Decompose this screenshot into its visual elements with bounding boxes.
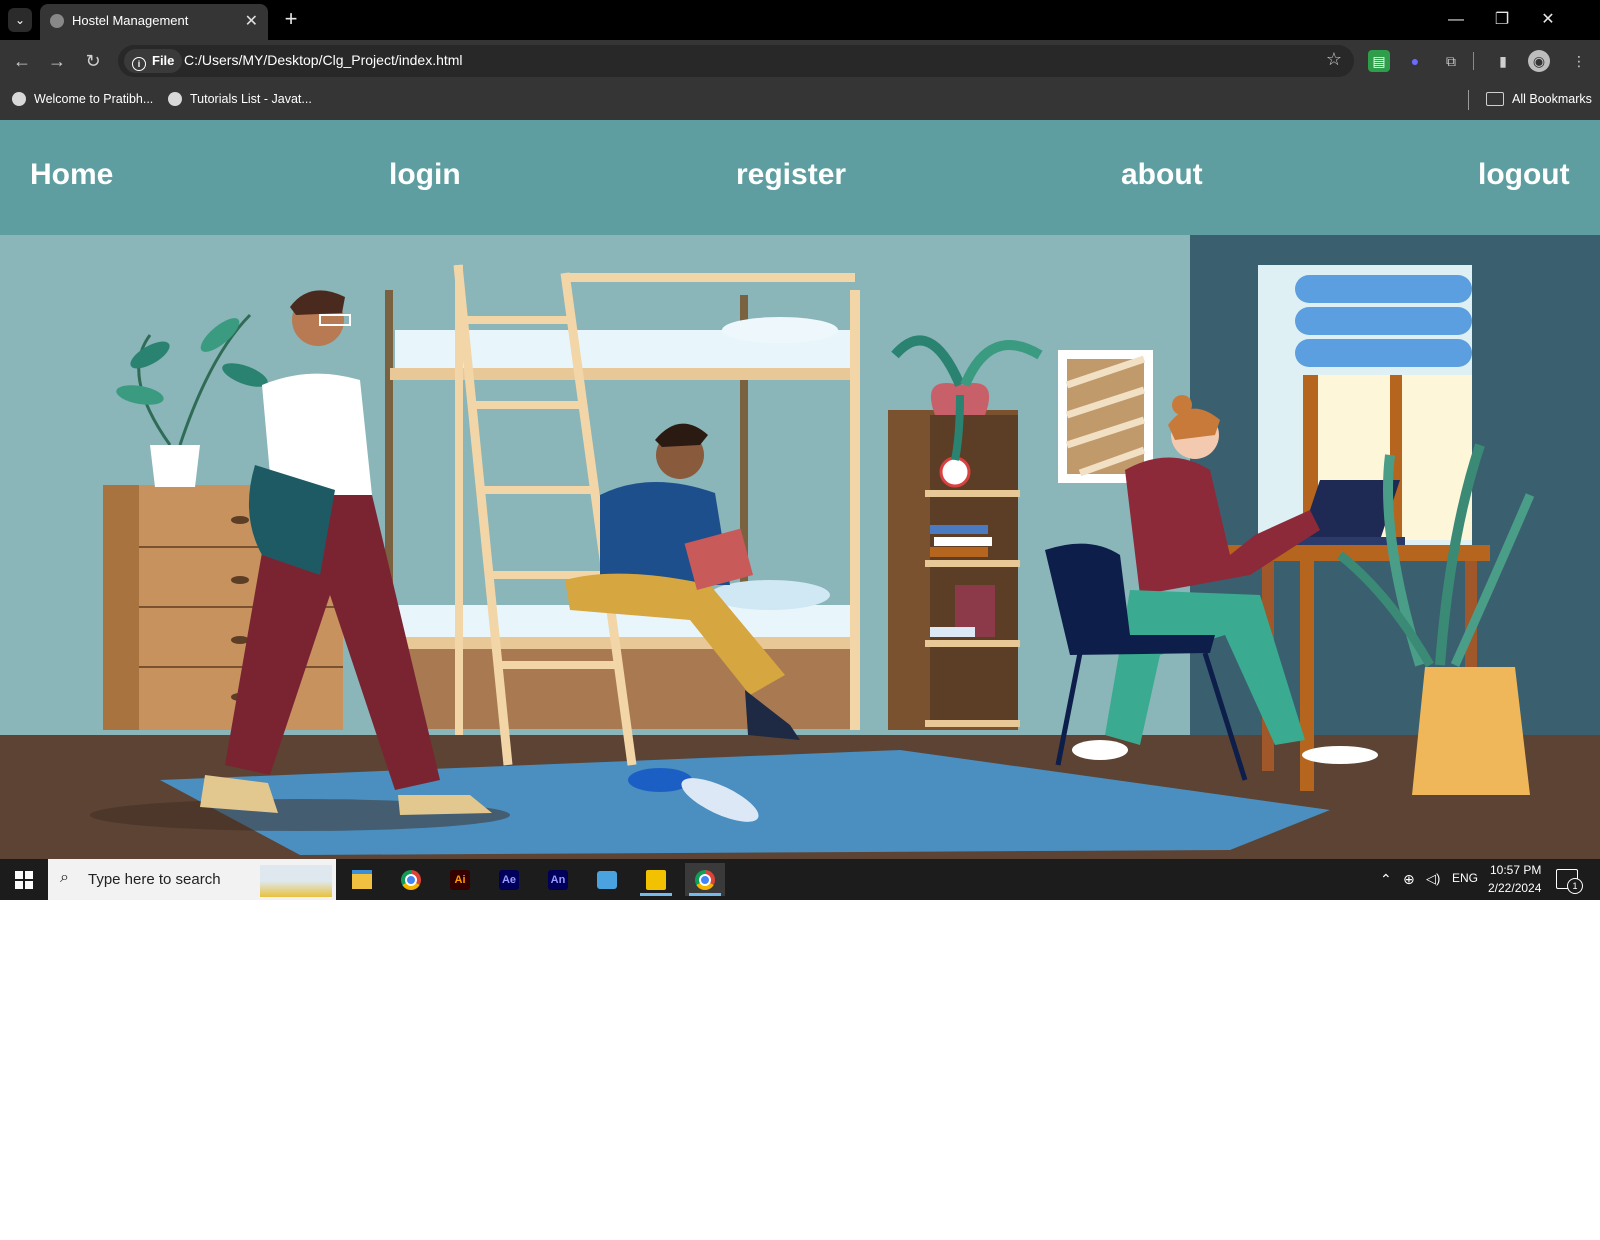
notification-center-icon[interactable]: 1 xyxy=(1556,869,1583,894)
file-explorer-button[interactable] xyxy=(342,863,382,896)
minimize-button[interactable]: — xyxy=(1436,6,1476,34)
back-button[interactable]: ← xyxy=(9,48,35,74)
restore-button[interactable]: ❐ xyxy=(1482,6,1522,34)
tab-title: Hostel Management xyxy=(72,13,189,28)
extensions-puzzle-icon[interactable]: ⧉ xyxy=(1440,50,1462,72)
windows-logo-icon xyxy=(15,870,33,889)
profile-avatar[interactable]: ◉ xyxy=(1528,50,1550,72)
menu-kebab-icon[interactable]: ⋮ xyxy=(1568,50,1590,72)
yellow-app-button[interactable] xyxy=(636,863,676,896)
after-effects-icon: Ae xyxy=(499,869,519,890)
language-indicator[interactable]: ENG xyxy=(1452,871,1478,885)
site-info-chip[interactable]: i File xyxy=(124,49,183,73)
globe-icon xyxy=(168,92,182,106)
animate-icon: An xyxy=(548,869,568,890)
taskbar-search-box[interactable]: ⌕ Type here to search xyxy=(48,859,336,900)
nav-register-link[interactable]: register xyxy=(736,158,846,192)
illustrator-button[interactable]: Ai xyxy=(440,863,480,896)
globe-icon xyxy=(50,14,64,28)
new-tab-button[interactable]: + xyxy=(278,6,304,32)
all-bookmarks-button[interactable]: All Bookmarks xyxy=(1486,92,1592,106)
start-button[interactable] xyxy=(0,859,48,900)
animate-button[interactable]: An xyxy=(538,863,578,896)
browser-toolbar: ← → ↻ i File C:/Users/MY/Desktop/Clg_Proj… xyxy=(0,40,1600,82)
chrome-button[interactable] xyxy=(391,863,431,896)
forward-button[interactable]: → xyxy=(44,48,70,74)
info-icon: i xyxy=(132,57,146,71)
wall-picture xyxy=(1058,350,1153,483)
volume-icon[interactable]: ◁) xyxy=(1426,871,1440,887)
screen-recorder-icon xyxy=(597,870,617,889)
windows-taskbar: ⌕ Type here to search Ai Ae An ⌃ ⊕ ◁) EN… xyxy=(0,859,1600,900)
tab-search-button[interactable]: ⌄ xyxy=(8,8,32,32)
search-highlight-image xyxy=(260,865,332,897)
search-placeholder: Type here to search xyxy=(88,871,221,888)
site-navbar: Home login register about logout xyxy=(0,120,1600,235)
browser-title-bar: ⌄ Hostel Management ✕ + — ❐ ✕ xyxy=(0,0,1600,40)
show-hidden-icons-chevron-icon[interactable]: ⌃ xyxy=(1380,871,1392,888)
chrome-icon xyxy=(401,869,421,890)
arrow-left-icon: ← xyxy=(13,51,31,71)
nav-login-link[interactable]: login xyxy=(389,158,461,192)
nav-about-link[interactable]: about xyxy=(1121,158,1203,192)
illustrator-icon: Ai xyxy=(450,869,470,890)
address-bar[interactable]: i File C:/Users/MY/Desktop/Clg_Project/in… xyxy=(118,45,1354,77)
bookmark-star-icon[interactable]: ☆ xyxy=(1326,49,1342,70)
extension-green-icon[interactable]: ▤ xyxy=(1368,50,1390,72)
scheme-label: File xyxy=(152,53,175,68)
close-window-button[interactable]: ✕ xyxy=(1528,6,1568,34)
reload-button[interactable]: ↻ xyxy=(80,48,106,74)
all-bookmarks-label: All Bookmarks xyxy=(1512,92,1592,106)
tab-close-button[interactable]: ✕ xyxy=(245,11,258,31)
screen-recorder-button[interactable] xyxy=(587,863,627,896)
bookmark-item[interactable]: Welcome to Pratibh... xyxy=(12,92,153,106)
nav-logout-link[interactable]: logout xyxy=(1478,158,1570,192)
after-effects-button[interactable]: Ae xyxy=(489,863,529,896)
bookmark-label: Welcome to Pratibh... xyxy=(34,92,154,106)
bookmark-label: Tutorials List - Javat... xyxy=(190,92,312,106)
folder-icon xyxy=(1486,92,1504,106)
network-globe-icon[interactable]: ⊕ xyxy=(1403,871,1415,888)
reload-icon: ↻ xyxy=(85,51,101,71)
chrome-active-button[interactable] xyxy=(685,863,725,896)
arrow-right-icon: → xyxy=(48,51,66,71)
chrome-active-icon xyxy=(695,869,715,890)
bookmark-item[interactable]: Tutorials List - Javat... xyxy=(168,92,312,106)
hostel-room-illustration xyxy=(0,235,1600,859)
clock-time[interactable]: 10:57 PM xyxy=(1490,863,1541,877)
url-text[interactable]: C:/Users/MY/Desktop/Clg_Project/index.ht… xyxy=(184,52,463,68)
notification-count-badge: 1 xyxy=(1567,878,1583,894)
clock-date[interactable]: 2/22/2024 xyxy=(1488,881,1541,895)
nav-home-link[interactable]: Home xyxy=(30,158,113,192)
toolbar-divider xyxy=(1473,52,1474,70)
yellow-app-icon xyxy=(646,869,666,890)
chevron-down-icon: ⌄ xyxy=(14,13,26,27)
bookmarks-divider xyxy=(1468,90,1469,110)
search-icon: ⌕ xyxy=(60,869,69,886)
side-panel-icon[interactable]: ▮ xyxy=(1492,50,1514,72)
browser-tab[interactable]: Hostel Management ✕ xyxy=(40,4,268,40)
folder-icon xyxy=(352,870,372,889)
extension-flame-icon[interactable]: ● xyxy=(1404,50,1426,72)
globe-icon xyxy=(12,92,26,106)
bookmarks-bar: Welcome to Pratibh... Tutorials List - J… xyxy=(0,82,1600,121)
